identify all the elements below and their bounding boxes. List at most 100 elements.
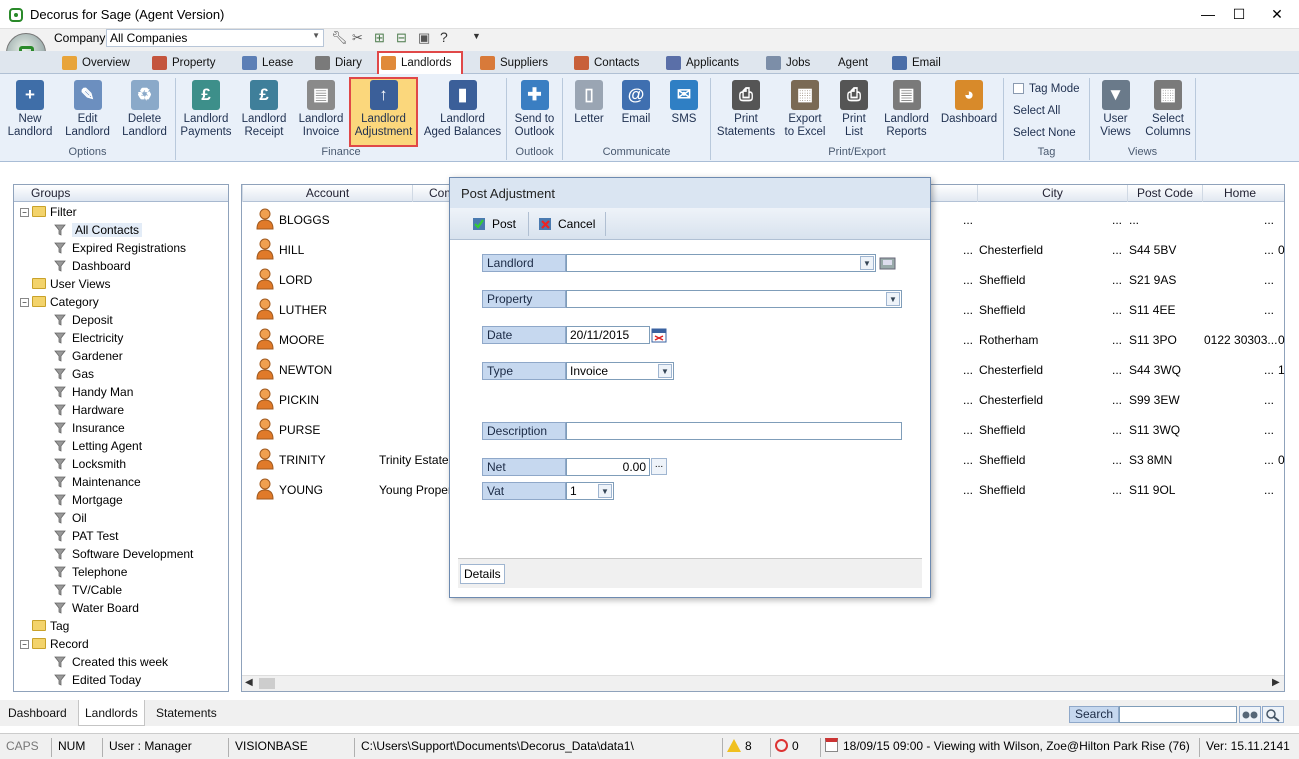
landlord-receipt-button[interactable]: £ Landlord Receipt <box>236 78 292 144</box>
tab-diary[interactable]: Diary <box>313 54 362 73</box>
select-all-button[interactable]: Select All <box>1013 105 1060 117</box>
new-landlord-button[interactable]: + New Landlord <box>5 78 55 144</box>
tree-tag[interactable]: Tag <box>18 618 228 636</box>
landlord-payments-button[interactable]: £ Landlord Payments <box>178 78 234 144</box>
tree-item-category[interactable]: PAT Test <box>18 528 228 546</box>
tree-item-category[interactable]: Letting Agent <box>18 438 228 456</box>
print-statements-button[interactable]: ⎙ Print Statements <box>714 78 778 144</box>
tree-filter[interactable]: − Filter <box>18 204 228 222</box>
bottom-tab-landlords[interactable]: Landlords <box>78 700 145 726</box>
horizontal-scrollbar[interactable]: ◀ ▶ <box>242 675 1284 691</box>
column-postcode[interactable]: Post Code <box>1127 185 1202 202</box>
tab-agent[interactable]: Agent <box>830 54 870 73</box>
tree-item-filter[interactable]: Dashboard <box>18 258 228 276</box>
column-city[interactable]: City <box>977 185 1127 202</box>
tree-record[interactable]: − Record <box>18 636 228 654</box>
description-input[interactable] <box>566 422 902 440</box>
tree-item-category[interactable]: Mortgage <box>18 492 228 510</box>
bottom-tab-statements[interactable]: Statements <box>150 700 223 726</box>
tab-overview[interactable]: Overview <box>60 54 130 73</box>
tab-jobs[interactable]: Jobs <box>764 54 810 73</box>
tree-item-category[interactable]: Telephone <box>18 564 228 582</box>
email-button[interactable]: @ Email <box>616 78 656 144</box>
export-excel-button[interactable]: ▦ Export to Excel <box>780 78 830 144</box>
tab-property[interactable]: Property <box>150 54 218 73</box>
scroll-right-icon[interactable]: ▶ <box>1272 677 1280 688</box>
tree-item-category[interactable]: Deposit <box>18 312 228 330</box>
tag-mode-checkbox[interactable]: Tag Mode <box>1013 83 1080 95</box>
status-alarms[interactable]: 0 <box>770 738 799 757</box>
tree-item-category[interactable]: Software Development <box>18 546 228 564</box>
tree-item-record[interactable]: Created this week <box>18 654 228 672</box>
tree-category[interactable]: − Category <box>18 294 228 312</box>
tree-item-category[interactable]: TV/Cable <box>18 582 228 600</box>
close-button[interactable]: ✕ <box>1254 0 1299 29</box>
tree-item-category[interactable]: Hardware <box>18 402 228 420</box>
network-icon[interactable]: ⊞ <box>374 30 385 46</box>
vat-select[interactable]: 1 ▼ <box>566 482 614 500</box>
sms-button[interactable]: ✉ SMS <box>662 78 706 144</box>
landlord-select[interactable]: ▼ <box>566 254 876 272</box>
tree-item-category[interactable]: Insurance <box>18 420 228 438</box>
tree-item-category[interactable]: Oil <box>18 510 228 528</box>
calendar-icon[interactable] <box>651 327 667 343</box>
status-alerts[interactable]: 8 <box>722 738 752 757</box>
status-diary[interactable]: 18/09/15 09:00 - Viewing with Wilson, Zo… <box>820 738 1190 757</box>
dashboard-button[interactable]: ◕ Dashboard <box>936 78 1002 144</box>
tree-item-category[interactable]: Electricity <box>18 330 228 348</box>
tree-item-category[interactable]: Water Board <box>18 600 228 618</box>
collapse-icon[interactable]: − <box>20 298 29 307</box>
edit-landlord-button[interactable]: ✎ Edit Landlord <box>60 78 115 144</box>
tab-landlords[interactable]: Landlords <box>377 51 463 74</box>
search-options-icon[interactable] <box>1262 706 1284 723</box>
letter-button[interactable]: ▯ Letter <box>566 78 612 144</box>
company-select[interactable]: All Companies ▼ <box>106 29 324 47</box>
tree-item-record[interactable]: Edited Today <box>18 672 228 690</box>
type-select[interactable]: Invoice ▼ <box>566 362 674 380</box>
post-button[interactable]: Post <box>470 214 516 234</box>
send-to-outlook-button[interactable]: ✚ Send to Outlook <box>508 78 561 144</box>
tree-item-filter[interactable]: Expired Registrations <box>18 240 228 258</box>
landlord-invoice-button[interactable]: ▤ Landlord Invoice <box>293 78 349 144</box>
tab-applicants[interactable]: Applicants <box>664 54 739 73</box>
column-home[interactable]: Home <box>1202 185 1277 202</box>
cancel-button[interactable]: Cancel <box>536 214 595 234</box>
scroll-left-icon[interactable]: ◀ <box>245 677 253 688</box>
tree-item-category[interactable]: Locksmith <box>18 456 228 474</box>
user-views-button[interactable]: ▼ User Views <box>1093 78 1138 144</box>
select-columns-button[interactable]: ▦ Select Columns <box>1142 78 1194 144</box>
binoculars-icon[interactable] <box>1239 706 1261 723</box>
collapse-icon[interactable]: − <box>20 640 29 649</box>
tree-icon[interactable]: ⊟ <box>396 30 407 46</box>
tree-item-filter[interactable]: All Contacts <box>18 222 228 240</box>
collapse-icon[interactable]: − <box>20 208 29 217</box>
tab-contacts[interactable]: Contacts <box>572 54 640 73</box>
tree-user-views[interactable]: User Views <box>18 276 228 294</box>
help-icon[interactable]: ? <box>440 29 448 45</box>
property-select[interactable]: ▼ <box>566 290 902 308</box>
tab-suppliers[interactable]: Suppliers <box>478 54 550 73</box>
print-list-button[interactable]: ⎙ Print List <box>831 78 877 144</box>
landlord-adjustment-button[interactable]: ↑ Landlord Adjustment <box>351 78 416 144</box>
net-ellipsis-button[interactable]: ... <box>651 458 667 475</box>
search-input[interactable] <box>1119 706 1237 723</box>
qat-customize-icon[interactable]: ▼ <box>472 31 481 41</box>
scroll-thumb[interactable] <box>259 678 275 689</box>
wrench-icon[interactable]: 🔧︎ <box>331 30 348 46</box>
net-input[interactable]: 0.00 <box>566 458 650 476</box>
tools-icon[interactable]: ✂︎ <box>352 30 363 46</box>
tree-item-category[interactable]: Gardener <box>18 348 228 366</box>
column-account[interactable]: Account <box>242 185 412 202</box>
details-tab[interactable]: Details <box>460 564 505 584</box>
select-none-button[interactable]: Select None <box>1013 127 1076 139</box>
tree-item-category[interactable]: Maintenance <box>18 474 228 492</box>
tab-email[interactable]: Email <box>890 54 941 73</box>
date-input[interactable]: 20/11/2015 <box>566 326 650 344</box>
delete-landlord-button[interactable]: ♻ Delete Landlord <box>117 78 172 144</box>
landlord-reports-button[interactable]: ▤ Landlord Reports <box>879 78 934 144</box>
tab-lease[interactable]: Lease <box>240 54 293 73</box>
tree-item-category[interactable]: Gas <box>18 366 228 384</box>
aged-balances-button[interactable]: ▮ Landlord Aged Balances <box>420 78 505 144</box>
tree-item-category[interactable]: Handy Man <box>18 384 228 402</box>
bottom-tab-dashboard[interactable]: Dashboard <box>2 700 73 726</box>
